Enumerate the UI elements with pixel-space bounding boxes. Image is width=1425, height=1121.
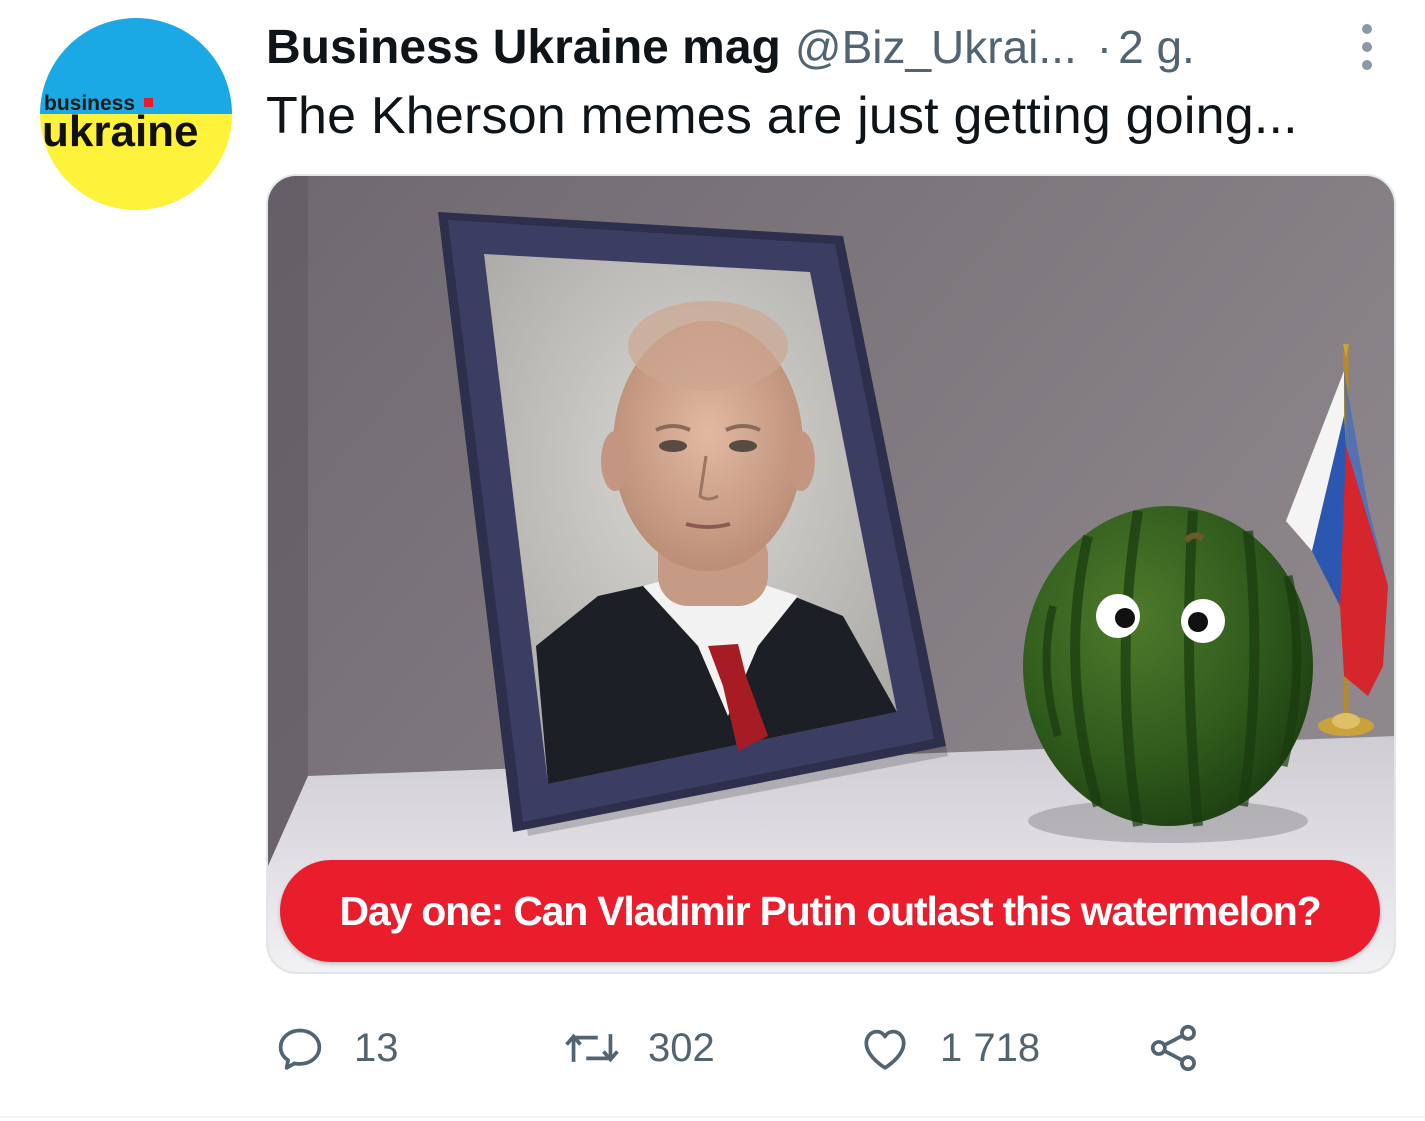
share-button[interactable]: [1146, 1016, 1202, 1080]
author-name[interactable]: Business Ukraine mag: [266, 20, 781, 75]
caption-banner: Day one: Can Vladimir Putin outlast this…: [280, 860, 1380, 962]
reply-count: 13: [354, 1025, 399, 1070]
avatar-text-bottom: ukraine: [42, 107, 199, 156]
retweet-icon: [565, 1033, 619, 1063]
tweet-text: The Kherson memes are just getting going…: [266, 87, 1298, 145]
tweet-timestamp[interactable]: 2 g.: [1118, 20, 1195, 74]
header-separator: ·: [1096, 21, 1113, 73]
retweet-count: 302: [648, 1025, 715, 1070]
caption-text: Day one: Can Vladimir Putin outlast this…: [339, 887, 1322, 934]
reply-icon: [278, 1028, 322, 1070]
bottom-divider: [0, 1116, 1425, 1118]
more-icon[interactable]: [1354, 22, 1380, 72]
like-button[interactable]: 1 718: [856, 1016, 1040, 1080]
retweet-button[interactable]: 302: [562, 1016, 715, 1080]
tweet-header: Business Ukraine mag @Biz_Ukrai... · 2 g…: [266, 12, 1195, 82]
avatar-logo: business ukraine: [42, 92, 199, 156]
meme-image: [268, 176, 1394, 972]
reply-button[interactable]: 13: [272, 1016, 399, 1080]
avatar[interactable]: business ukraine: [40, 18, 232, 210]
share-icon: [1150, 1024, 1196, 1072]
like-count: 1 718: [940, 1025, 1041, 1070]
like-icon: [864, 1029, 906, 1070]
tweet-media[interactable]: Day one: Can Vladimir Putin outlast this…: [266, 174, 1396, 974]
author-handle[interactable]: @Biz_Ukrai...: [795, 20, 1077, 74]
